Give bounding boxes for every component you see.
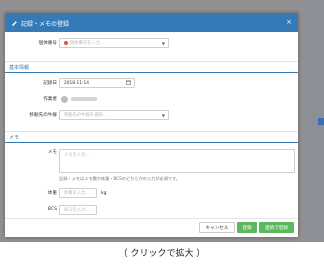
modal-header: 記録・メモの登録 ×: [5, 13, 298, 32]
screenshot-area: 記録・メモの登録 × 個体番号 個体番号を入力... ▼ 基本情報 記録日 20…: [0, 0, 324, 242]
memo-label: メモ: [47, 150, 57, 155]
calendar-icon[interactable]: [126, 80, 131, 86]
cancel-button[interactable]: キャンセル: [199, 222, 235, 233]
pencil-icon: [11, 20, 18, 27]
save-continue-button[interactable]: 連続で登録: [259, 222, 294, 233]
target-herd-placeholder: 移動先の牛群を選択...: [64, 113, 107, 118]
record-date-input[interactable]: 2018-11-14: [59, 78, 135, 88]
target-herd-select[interactable]: 移動先の牛群を選択... ▼: [59, 110, 169, 120]
worker-row: 作業者: [5, 93, 298, 105]
memo-section-title: メモ: [5, 134, 298, 143]
record-memo-modal: 記録・メモの登録 × 個体番号 個体番号を入力... ▼ 基本情報 記録日 20…: [5, 13, 298, 237]
enlarge-caption[interactable]: （ クリックで拡大 ）: [0, 244, 324, 264]
error-icon: [64, 41, 68, 45]
basic-info-section-title: 基本情報: [5, 64, 298, 73]
save-button[interactable]: 登録: [237, 222, 257, 233]
memo-textarea[interactable]: メモを入力...: [59, 149, 295, 173]
modal-title-text: 記録・メモの登録: [21, 20, 70, 28]
worker-select[interactable]: [59, 94, 135, 104]
record-date-row: 記録日 2018-11-14: [5, 77, 298, 89]
target-herd-row: 移動先の牛群 移動先の牛群を選択... ▼: [5, 109, 298, 121]
weight-row: 体重 体重を入力... kg: [5, 187, 298, 199]
chevron-down-icon: ▼: [161, 41, 165, 46]
bcs-label: BCS: [47, 207, 57, 212]
modal-title: 記録・メモの登録: [11, 17, 69, 29]
worker-label: 作業者: [43, 97, 57, 102]
animal-id-label: 個体番号: [38, 41, 57, 46]
animal-id-select[interactable]: 個体番号を入力... ▼: [59, 38, 169, 48]
target-herd-label: 移動先の牛群: [29, 113, 57, 118]
record-date-label: 記録日: [43, 81, 57, 86]
memo-help-text: 記録・メモはメモ欄か体重・BCSのどちらかの入力が必須です。: [59, 176, 181, 181]
background-blue-strip: [318, 118, 324, 125]
worker-name-blurred: [71, 97, 97, 101]
divider: [5, 131, 298, 132]
memo-row: メモ メモを入力...: [5, 147, 298, 173]
footer-divider: [5, 218, 298, 219]
close-icon[interactable]: ×: [286, 17, 292, 27]
record-date-value: 2018-11-14: [64, 80, 89, 86]
animal-id-row: 個体番号 個体番号を入力... ▼: [5, 37, 298, 49]
divider: [5, 61, 298, 62]
animal-id-placeholder: 個体番号を入力...: [70, 41, 105, 46]
weight-input[interactable]: 体重を入力...: [59, 188, 97, 198]
avatar: [61, 95, 68, 103]
weight-label: 体重: [47, 191, 57, 196]
bcs-input[interactable]: BCSを入力...: [59, 205, 97, 215]
chevron-down-icon: ▼: [161, 113, 165, 118]
weight-unit: kg: [101, 191, 107, 196]
bcs-row: BCS BCSを入力...: [5, 204, 298, 216]
